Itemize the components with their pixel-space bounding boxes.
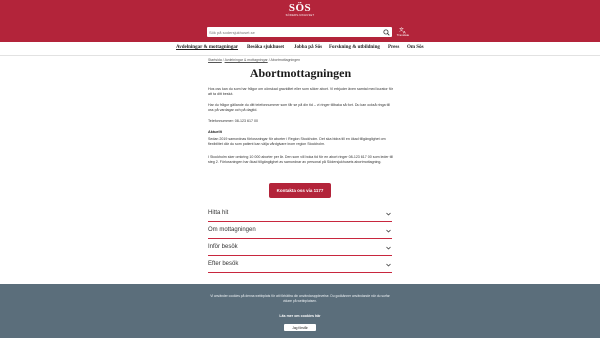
section-heading-aktuellt: Aktuellt <box>208 130 222 134</box>
breadcrumb: Startsida / Avdelningar & mottagningar /… <box>208 58 300 62</box>
chevron-down-icon <box>386 263 391 267</box>
intro-paragraph: Hos oss kan du som har frågor om oönskad… <box>208 87 393 96</box>
breadcrumb-section[interactable]: Avdelningar & mottagningar <box>225 58 268 62</box>
search-bar <box>207 27 392 37</box>
breadcrumb-home[interactable]: Startsida <box>208 58 222 62</box>
body-paragraph-2: I Stockholm sker omkring 10 000 aborter … <box>208 155 393 164</box>
accordion-label: Om mottagningen <box>208 227 256 233</box>
cookie-banner: Vi använder cookies på denna webbplats f… <box>0 284 600 338</box>
chevron-down-icon <box>386 229 391 233</box>
accordion-label: Hitta hit <box>208 210 229 216</box>
cookie-text: Vi använder cookies på denna webbplats f… <box>210 294 390 303</box>
sos-logo[interactable]: SÖS SÖDERSJUKHUSET <box>280 3 320 18</box>
site-header: SÖS SÖDERSJUKHUSET 文 A Translate <box>0 0 600 42</box>
chevron-down-icon <box>386 246 391 250</box>
nav-item-press[interactable]: Press <box>388 45 399 50</box>
chevron-down-icon <box>386 212 391 216</box>
accordion-om-mottagningen[interactable]: Om mottagningen <box>208 223 392 239</box>
search-input[interactable] <box>209 27 379 37</box>
phone-number: Telefonnummer: 08-123 617 00 <box>208 119 258 123</box>
nav-item-besoka[interactable]: Besöka sjukhuset <box>247 45 284 50</box>
breadcrumb-current: Abortmottagningen <box>270 58 301 62</box>
body-paragraph: Sedan 2019 samordnas förlossningar för a… <box>208 137 386 146</box>
accordion-hitta-hit[interactable]: Hitta hit <box>208 206 392 222</box>
accordion-efter-besok[interactable]: Efter besök <box>208 257 392 273</box>
translate-label: Translate <box>396 33 410 37</box>
accordion-label: Inför besök <box>208 244 238 250</box>
contact-1177-button[interactable]: Kontakta oss via 1177 <box>269 183 331 198</box>
search-icon[interactable] <box>383 28 390 36</box>
logo-subtitle: SÖDERSJUKHUSET <box>285 14 315 17</box>
logo-mark: SÖS <box>288 2 312 14</box>
accordion-infor-besok[interactable]: Inför besök <box>208 240 392 256</box>
main-nav: Avdelningar & mottagningar Besöka sjukhu… <box>0 42 600 56</box>
nav-item-om-sos[interactable]: Om Sös <box>407 45 424 50</box>
page-title: Abortmottagningen <box>249 66 352 80</box>
translate-button[interactable]: 文 A Translate <box>395 26 411 37</box>
accordion-label: Efter besök <box>208 261 239 267</box>
intro-paragraph-2: Har du frågor gällande du ditt telefonnu… <box>208 103 390 112</box>
nav-item-jobba[interactable]: Jobba på Sös <box>294 45 322 50</box>
cookie-accept-button[interactable]: Jag förstår <box>284 324 316 331</box>
cookie-read-more-link[interactable]: Läs mer om cookies här <box>0 314 600 318</box>
nav-item-forskning[interactable]: Forskning & utbildning <box>329 45 380 50</box>
nav-item-avdelningar[interactable]: Avdelningar & mottagningar <box>176 45 238 50</box>
